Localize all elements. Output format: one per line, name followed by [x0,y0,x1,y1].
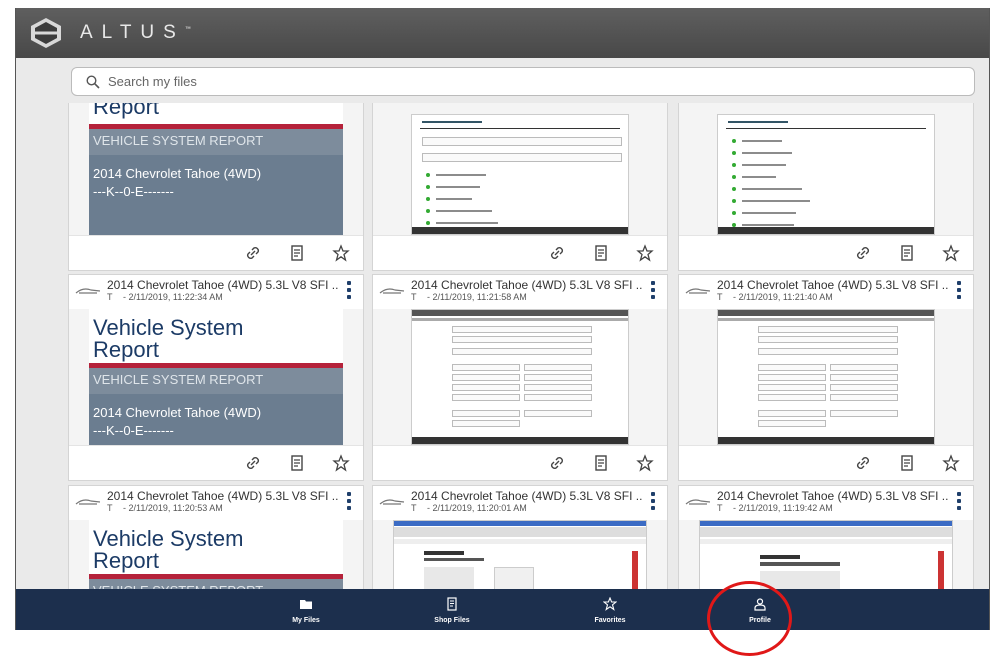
kebab-menu-icon[interactable] [346,281,351,299]
file-card[interactable]: 2014 Chevrolet Tahoe (4WD) 5.3L V8 SFI .… [68,485,364,590]
file-thumbnail[interactable]: Vehicle System Report VEHICLE SYSTEM REP… [69,103,363,235]
card-title: 2014 Chevrolet Tahoe (4WD) 5.3L V8 SFI .… [411,489,643,503]
card-header: 2014 Chevrolet Tahoe (4WD) 5.3L V8 SFI .… [373,486,667,520]
file-thumbnail[interactable] [679,103,973,235]
vehicle-logo-icon [75,288,101,294]
document-icon[interactable] [898,454,916,472]
file-thumbnail[interactable] [679,520,973,590]
file-thumbnail[interactable] [679,309,973,445]
nav-my-files[interactable]: My Files [261,589,351,630]
file-card[interactable] [372,103,668,271]
card-header: 2014 Chevrolet Tahoe (4WD) 5.3L V8 SFI .… [69,486,363,520]
star-icon[interactable] [332,454,350,472]
kebab-menu-icon[interactable] [956,281,961,299]
file-thumbnail[interactable] [373,520,667,590]
file-thumbnail[interactable] [373,103,667,235]
file-thumbnail[interactable] [373,309,667,445]
browser-preview [393,520,647,590]
search-icon [86,74,100,89]
star-icon [603,597,617,611]
star-icon[interactable] [942,244,960,262]
card-header: 2014 Chevrolet Tahoe (4WD) 5.3L V8 SFI .… [69,275,363,309]
app-window: ALTUS™ Vehicle System Report VEHICLE SYS… [15,8,990,630]
document-icon[interactable] [288,454,306,472]
star-icon[interactable] [636,244,654,262]
document-icon[interactable] [592,454,610,472]
file-card[interactable]: 2014 Chevrolet Tahoe (4WD) 5.3L V8 SFI .… [68,274,364,481]
card-date: T- 2/11/2019, 11:21:58 AM [411,292,527,302]
file-card[interactable]: 2014 Chevrolet Tahoe (4WD) 5.3L V8 SFI .… [372,274,668,481]
report-preview: Vehicle System Report VEHICLE SYSTEM REP… [89,103,343,235]
bottom-nav: My Files Shop Files Favorites Profile [16,589,989,630]
file-card[interactable]: 2014 Chevrolet Tahoe (4WD) 5.3L V8 SFI .… [678,485,974,590]
card-actions [679,235,973,270]
kebab-menu-icon[interactable] [650,492,655,510]
card-header: 2014 Chevrolet Tahoe (4WD) 5.3L V8 SFI .… [679,275,973,309]
star-icon[interactable] [942,454,960,472]
document-icon [447,597,457,611]
document-icon[interactable] [288,244,306,262]
kebab-menu-icon[interactable] [956,492,961,510]
document-icon[interactable] [592,244,610,262]
file-thumbnail[interactable]: Vehicle System Report VEHICLE SYSTEM REP… [69,520,363,590]
logo-icon [31,18,61,48]
star-icon[interactable] [332,244,350,262]
report-preview: Vehicle System Report VEHICLE SYSTEM REP… [89,309,343,445]
link-icon[interactable] [854,244,872,262]
app-brand: ALTUS™ [80,22,191,43]
card-date: T- 2/11/2019, 11:20:01 AM [411,503,527,513]
nav-shop-files[interactable]: Shop Files [407,589,497,630]
link-icon[interactable] [854,454,872,472]
vehicle-logo-icon [685,288,711,294]
card-title: 2014 Chevrolet Tahoe (4WD) 5.3L V8 SFI .… [717,278,949,292]
card-actions [679,445,973,480]
file-card[interactable] [678,103,974,271]
top-bar: ALTUS™ [16,8,989,58]
vehicle-logo-icon [685,499,711,505]
card-title: 2014 Chevrolet Tahoe (4WD) 5.3L V8 SFI .… [411,278,643,292]
link-icon[interactable] [548,454,566,472]
search-input[interactable] [108,74,974,89]
document-icon[interactable] [898,244,916,262]
user-icon [754,598,766,611]
card-title: 2014 Chevrolet Tahoe (4WD) 5.3L V8 SFI .… [717,489,949,503]
card-date: T- 2/11/2019, 11:20:53 AM [107,503,223,513]
card-date: T- 2/11/2019, 11:19:42 AM [717,503,833,513]
grid-preview [411,309,629,445]
grid-preview [717,309,935,445]
link-icon[interactable] [244,454,262,472]
card-header: 2014 Chevrolet Tahoe (4WD) 5.3L V8 SFI .… [373,275,667,309]
nav-favorites[interactable]: Favorites [565,589,655,630]
file-card[interactable]: Vehicle System Report VEHICLE SYSTEM REP… [68,103,364,271]
list-preview [717,114,935,235]
file-thumbnail[interactable]: Vehicle System Report VEHICLE SYSTEM REP… [69,309,363,445]
card-title: 2014 Chevrolet Tahoe (4WD) 5.3L V8 SFI .… [107,278,339,292]
file-card[interactable]: 2014 Chevrolet Tahoe (4WD) 5.3L V8 SFI .… [678,274,974,481]
file-grid: Vehicle System Report VEHICLE SYSTEM REP… [16,103,989,590]
search-bar[interactable] [71,67,975,96]
kebab-menu-icon[interactable] [650,281,655,299]
vehicle-logo-icon [75,499,101,505]
link-icon[interactable] [244,244,262,262]
report-preview: Vehicle System Report VEHICLE SYSTEM REP… [89,520,343,590]
browser-preview [699,520,953,590]
vehicle-logo-icon [379,288,405,294]
card-header: 2014 Chevrolet Tahoe (4WD) 5.3L V8 SFI .… [679,486,973,520]
vehicle-logo-icon [379,499,405,505]
file-card[interactable]: 2014 Chevrolet Tahoe (4WD) 5.3L V8 SFI .… [372,485,668,590]
list-preview [411,114,629,235]
nav-profile[interactable]: Profile [715,589,805,630]
star-icon[interactable] [636,454,654,472]
card-actions [69,235,363,270]
card-title: 2014 Chevrolet Tahoe (4WD) 5.3L V8 SFI .… [107,489,339,503]
card-actions [373,445,667,480]
card-actions [69,445,363,480]
folder-icon [300,600,312,609]
kebab-menu-icon[interactable] [346,492,351,510]
card-date: T- 2/11/2019, 11:21:40 AM [717,292,833,302]
link-icon[interactable] [548,244,566,262]
card-date: T- 2/11/2019, 11:22:34 AM [107,292,223,302]
card-actions [373,235,667,270]
